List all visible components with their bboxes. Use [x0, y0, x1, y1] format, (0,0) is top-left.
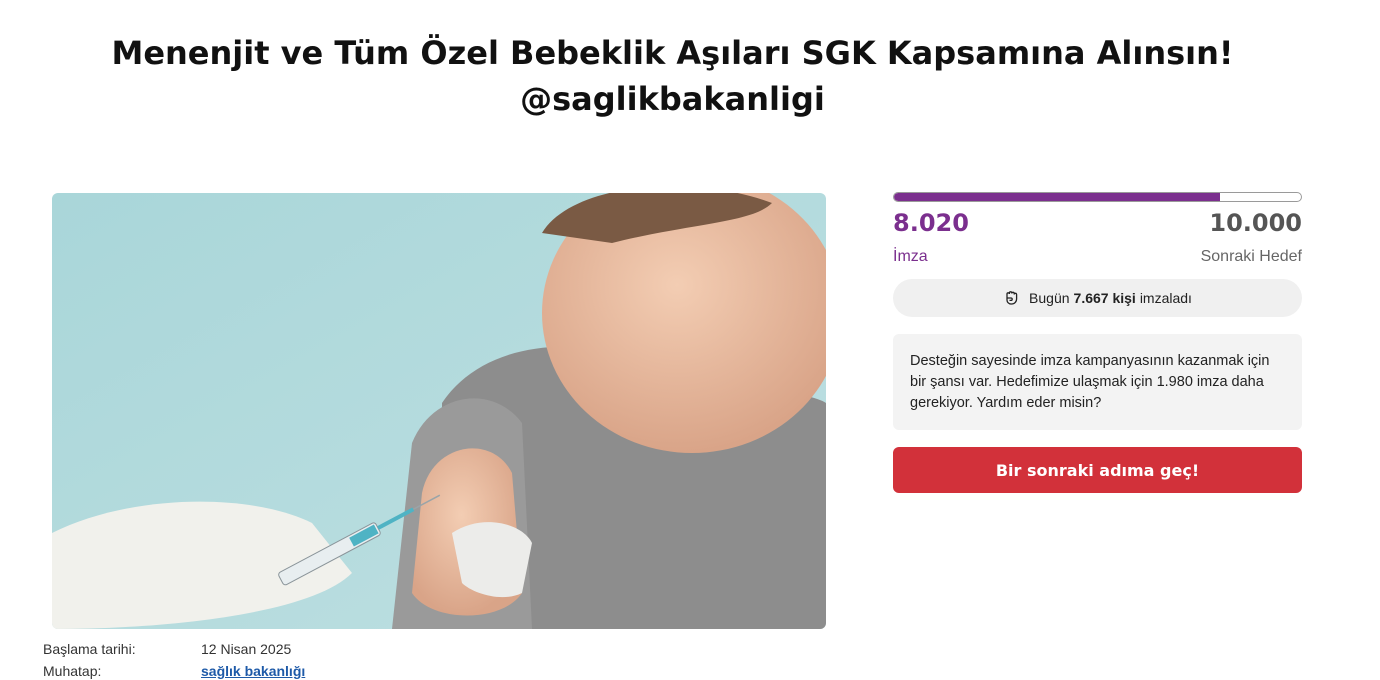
start-date-label: Başlama tarihi:	[43, 641, 136, 657]
petition-meta: Başlama tarihi: 12 Nisan 2025 Muhatap: s…	[43, 638, 305, 680]
start-date-value: 12 Nisan 2025	[201, 641, 292, 657]
target-row: Muhatap: sağlık bakanlığı	[43, 660, 305, 680]
petition-page: Menenjit ve Tüm Özel Bebeklik Aşıları SG…	[0, 0, 1380, 680]
today-count: 7.667 kişi	[1073, 290, 1136, 306]
petition-title: Menenjit ve Tüm Özel Bebeklik Aşıları SG…	[110, 30, 1235, 122]
signature-progress-bar	[893, 192, 1302, 202]
next-step-button[interactable]: Bir sonraki adıma geç!	[893, 447, 1302, 493]
today-suffix: imzaladı	[1139, 290, 1192, 306]
signature-goal-label: Sonraki Hedef	[1200, 248, 1302, 265]
target-label: Muhatap:	[43, 663, 102, 679]
support-message: Desteğin sayesinde imza kampanyasının ka…	[893, 334, 1302, 430]
petition-hero-image	[52, 193, 826, 629]
signature-goal: 10.000	[1209, 209, 1302, 237]
start-date-row: Başlama tarihi: 12 Nisan 2025	[43, 638, 305, 660]
signature-count: 8.020	[893, 209, 969, 237]
signature-panel: 8.020 10.000 İmza Sonraki Hedef Bugün 7.…	[893, 192, 1302, 493]
target-link[interactable]: sağlık bakanlığı	[201, 660, 305, 680]
today-prefix: Bugün	[1029, 290, 1070, 306]
signature-count-labels: İmza Sonraki Hedef	[893, 246, 1302, 268]
signature-counts: 8.020 10.000	[893, 208, 1302, 238]
petition-title-line2: @saglikbakanligi	[520, 80, 825, 118]
signature-progress-fill	[894, 193, 1221, 201]
petition-title-line1: Menenjit ve Tüm Özel Bebeklik Aşıları SG…	[111, 34, 1234, 72]
today-signers-pill: Bugün 7.667 kişi imzaladı	[893, 279, 1302, 317]
signature-count-label: İmza	[893, 248, 928, 265]
raised-fist-icon	[1006, 291, 1018, 305]
